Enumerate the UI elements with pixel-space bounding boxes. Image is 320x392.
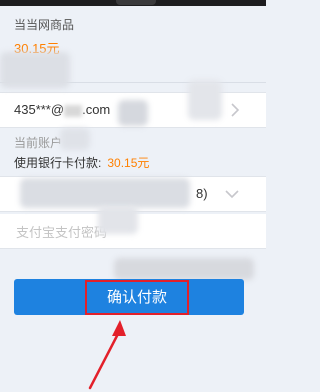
payment-screen: 当当网商品 30.15元 435***@ .com 当前账户 使用银行卡付款: 30…: [0, 0, 266, 392]
redaction-blur: [188, 80, 222, 120]
status-notch: [116, 0, 156, 5]
bankcard-line: 使用银行卡付款: 30.15元: [14, 154, 149, 171]
redaction-blur: [118, 100, 148, 126]
redaction-blur: [60, 128, 90, 150]
redaction-blur: [114, 258, 254, 280]
account-masked: 435***@: [14, 102, 65, 117]
redaction-blur: [98, 206, 138, 234]
product-label: 当当网商品: [14, 18, 75, 32]
account-domain: .com: [82, 102, 111, 117]
chevron-down-icon: [225, 190, 239, 199]
redaction-blur: [0, 52, 70, 88]
confirm-payment-button[interactable]: 确认付款: [14, 279, 244, 315]
confirm-payment-label: 确认付款: [85, 280, 189, 315]
bankcard-select-value: 8): [196, 186, 208, 201]
bankcard-label: 使用银行卡付款:: [14, 156, 102, 170]
chevron-right-icon: [231, 103, 240, 117]
redaction-blur: [20, 178, 190, 208]
bankcard-amount: 30.15元: [107, 156, 150, 170]
red-arrow-icon: [88, 320, 126, 390]
status-bar: [0, 0, 266, 6]
account-redaction: [64, 104, 83, 117]
account-text: 435***@ .com: [14, 102, 110, 117]
current-account-label: 当前账户: [14, 136, 63, 150]
